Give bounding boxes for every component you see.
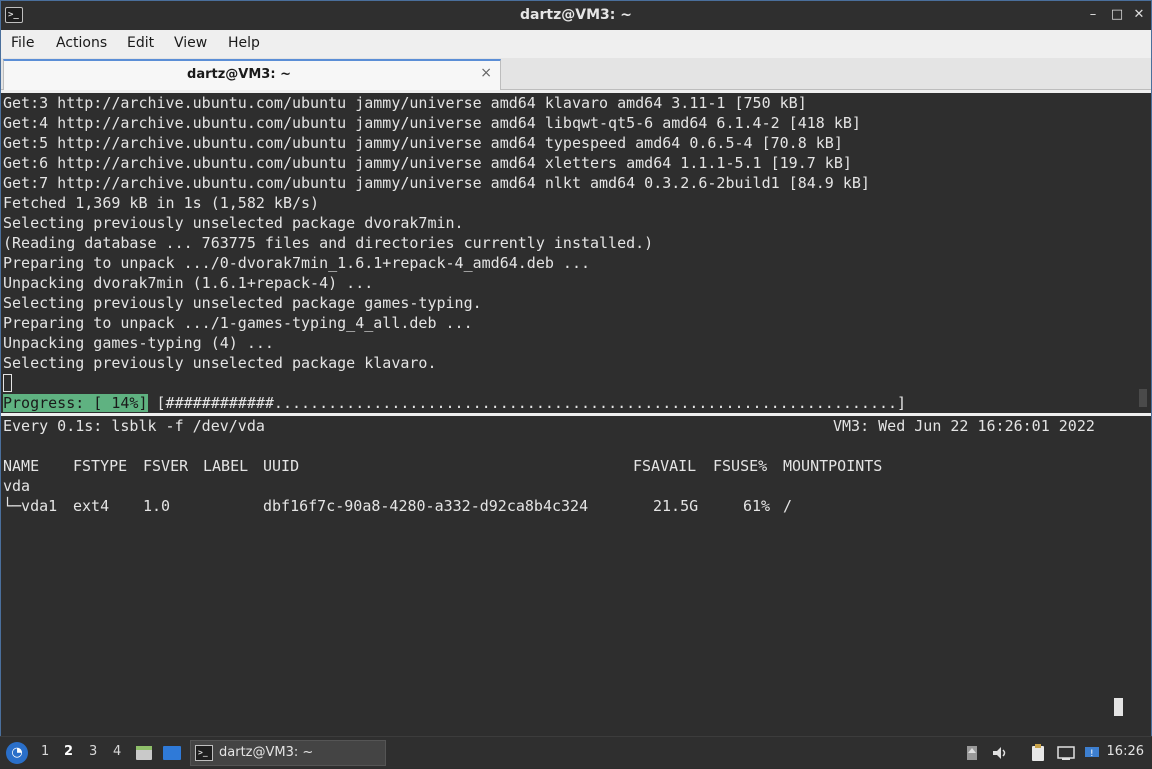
fsuse: 61%	[743, 497, 771, 515]
column-header: UUID	[263, 457, 300, 475]
title-bar[interactable]: >_ dartz@VM3: ~ – □ ✕	[1, 1, 1151, 30]
output-line: Get:7 http://archive.ubuntu.com/ubuntu j…	[3, 174, 870, 192]
taskbar-item-terminal[interactable]: >_ dartz@VM3: ~	[190, 740, 386, 766]
column-header: FSAVAIL	[633, 457, 697, 475]
output-line: (Reading database ... 763775 files and d…	[3, 234, 654, 252]
volume-icon[interactable]	[990, 743, 1010, 763]
column-header: MOUNTPOINTS	[783, 457, 883, 475]
output-line: Unpacking dvorak7min (1.6.1+repack-4) ..…	[3, 274, 374, 292]
output-line: Get:3 http://archive.ubuntu.com/ubuntu j…	[3, 94, 807, 112]
terminal-icon: >_	[195, 745, 213, 761]
mountpoint: /	[783, 497, 793, 515]
notification-icon[interactable]: !	[1082, 743, 1102, 763]
column-header: NAME	[3, 457, 40, 475]
workspace-4[interactable]: 4	[113, 744, 121, 759]
scrollbar-thumb[interactable]	[1139, 389, 1147, 407]
network-icon[interactable]	[1056, 743, 1076, 763]
table-row: └─vda1 ext4 1.0 dbf16f7c-90a8-4280-a332-…	[1, 496, 1151, 516]
device-name: └─vda1	[3, 497, 58, 515]
column-header: FSTYPE	[73, 457, 128, 475]
start-menu-icon[interactable]: ◔	[6, 742, 28, 764]
menu-edit[interactable]: Edit	[127, 35, 154, 51]
uuid: dbf16f7c-90a8-4280-a332-d92ca8b4c324	[263, 497, 589, 515]
watch-command: Every 0.1s: lsblk -f /dev/vda	[3, 417, 265, 435]
output-line: Get:5 http://archive.ubuntu.com/ubuntu j…	[3, 134, 843, 152]
clock[interactable]: 16:26	[1107, 744, 1144, 759]
column-header: FSVER	[143, 457, 189, 475]
terminal-pane-top[interactable]: Get:3 http://archive.ubuntu.com/ubuntu j…	[1, 93, 1151, 413]
output-line: Preparing to unpack .../0-dvorak7min_1.6…	[3, 254, 590, 272]
minimize-button[interactable]: –	[1085, 7, 1101, 23]
progress-bar: [############...........................…	[147, 394, 907, 412]
workspace-2[interactable]: 2	[64, 744, 73, 759]
device-name: vda	[3, 477, 31, 495]
taskbar: ◔ 1 2 3 4 >_ dartz@VM3: ~ ! 16:26	[0, 736, 1152, 768]
output-line: Selecting previously unselected package …	[3, 354, 437, 372]
cursor-line	[1, 373, 1151, 393]
fsver: 1.0	[143, 497, 171, 515]
menu-actions[interactable]: Actions	[56, 35, 107, 51]
output-line: Get:4 http://archive.ubuntu.com/ubuntu j…	[3, 114, 861, 132]
window-title: dartz@VM3: ~	[520, 7, 632, 23]
workspace-3[interactable]: 3	[89, 744, 97, 759]
output-line: Get:6 http://archive.ubuntu.com/ubuntu j…	[3, 154, 852, 172]
output-line: Fetched 1,369 kB in 1s (1,582 kB/s)	[3, 194, 320, 212]
tab-bar: dartz@VM3: ~ ×	[1, 58, 1151, 90]
close-button[interactable]: ✕	[1131, 7, 1147, 23]
terminal-pane-bottom[interactable]: Every 0.1s: lsblk -f /dev/vda VM3: Wed J…	[1, 416, 1151, 736]
show-desktop-icon[interactable]	[162, 743, 182, 763]
svg-text:!: !	[1090, 749, 1094, 759]
output-line: Selecting previously unselected package …	[3, 214, 464, 232]
menu-bar: File Actions Edit View Help	[1, 30, 1151, 58]
file-manager-icon[interactable]	[134, 743, 154, 763]
output-line: Selecting previously unselected package …	[3, 294, 482, 312]
terminal-window: >_ dartz@VM3: ~ – □ ✕ File Actions Edit …	[0, 0, 1152, 736]
output-line: Preparing to unpack .../1-games-typing_4…	[3, 314, 473, 332]
output-line: Unpacking games-typing (4) ...	[3, 334, 274, 352]
tab-label: dartz@VM3: ~	[187, 67, 291, 82]
tab-close-icon[interactable]: ×	[480, 65, 492, 81]
task-label: dartz@VM3: ~	[219, 745, 314, 760]
workspace-1[interactable]: 1	[41, 744, 49, 759]
tab-terminal[interactable]: dartz@VM3: ~ ×	[3, 59, 501, 90]
apt-output: Get:3 http://archive.ubuntu.com/ubuntu j…	[1, 93, 1151, 373]
column-header: LABEL	[203, 457, 249, 475]
progress-label: Progress: [ 14%]	[3, 394, 148, 412]
menu-view[interactable]: View	[174, 35, 207, 51]
clipboard-icon[interactable]	[1028, 743, 1048, 763]
table-header: NAME FSTYPE FSVER LABEL UUID FSAVAIL FSU…	[1, 456, 1151, 476]
column-header: FSUSE%	[713, 457, 768, 475]
menu-file[interactable]: File	[11, 35, 34, 51]
menu-help[interactable]: Help	[228, 35, 260, 51]
terminal-cursor	[1114, 698, 1123, 716]
watch-header: Every 0.1s: lsblk -f /dev/vda VM3: Wed J…	[1, 416, 1151, 436]
fsavail: 21.5G	[653, 497, 699, 515]
fstype: ext4	[73, 497, 110, 515]
maximize-button[interactable]: □	[1109, 7, 1125, 23]
eject-icon[interactable]	[962, 743, 982, 763]
progress-line: Progress: [ 14%] [############..........…	[1, 393, 1151, 413]
table-row: vda	[1, 476, 1151, 496]
terminal-cursor	[3, 374, 12, 392]
watch-timestamp: VM3: Wed Jun 22 16:26:01 2022	[833, 417, 1095, 435]
